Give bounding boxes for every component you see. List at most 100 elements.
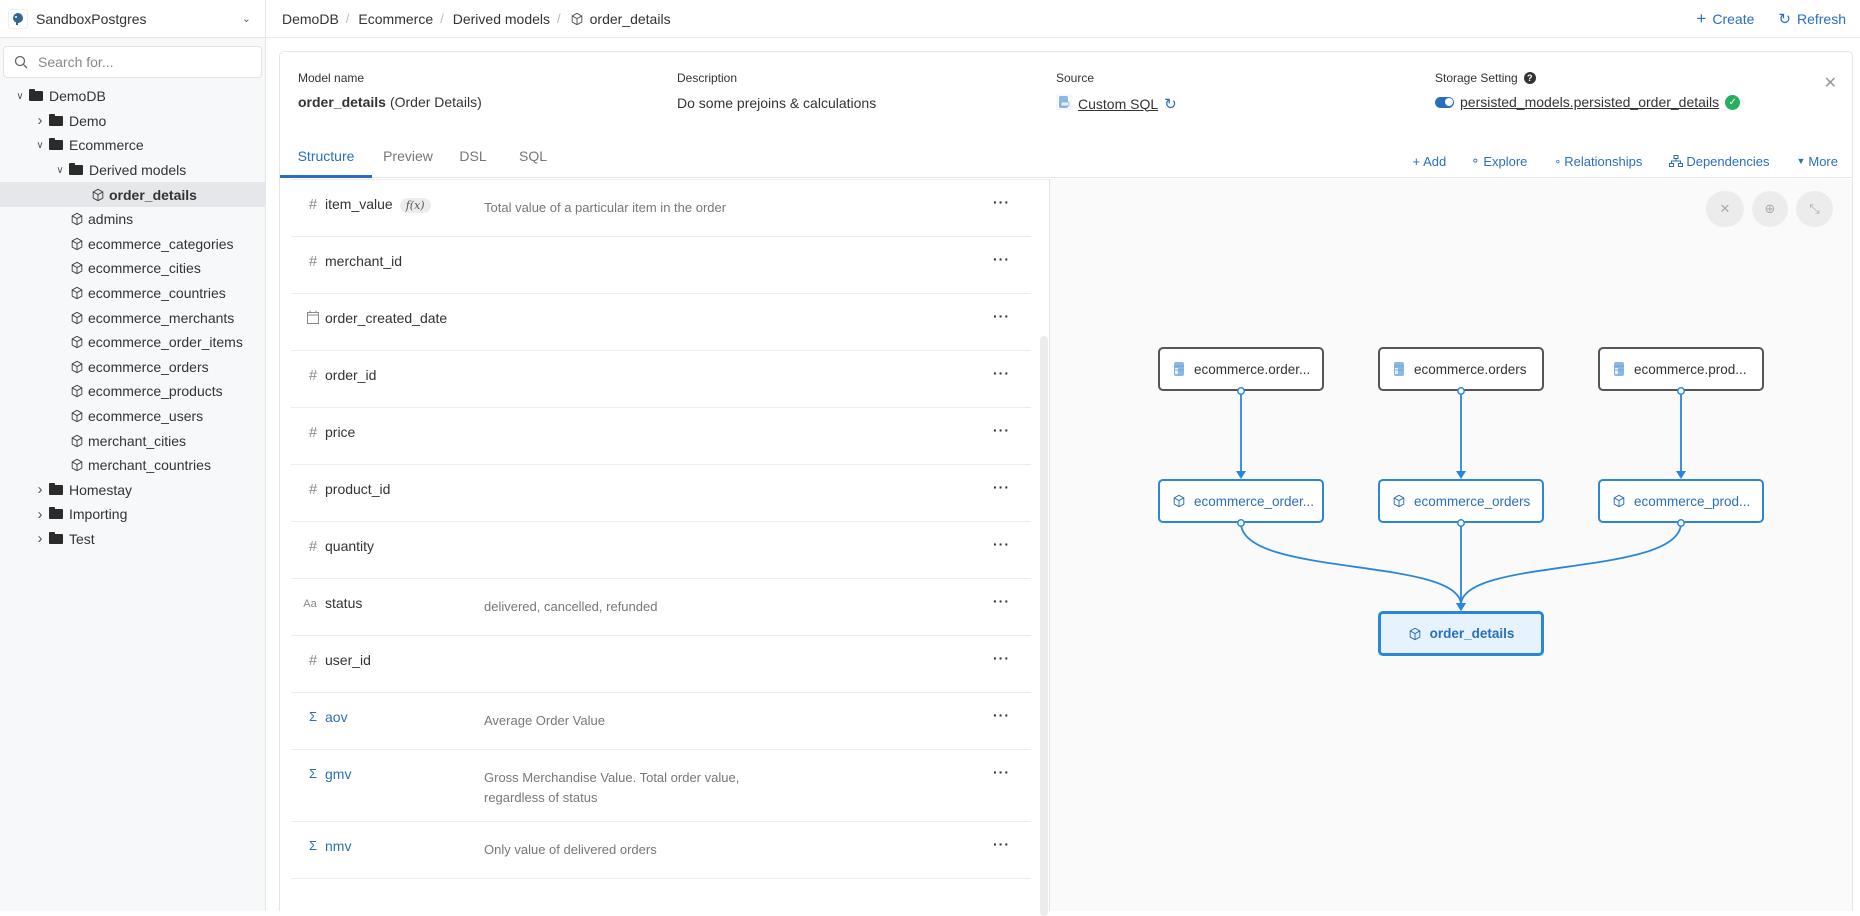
field-row[interactable]: Σnmv Only value of delivered orders ··· bbox=[291, 822, 1031, 879]
field-more-button[interactable]: ··· bbox=[993, 836, 1010, 852]
refresh-button[interactable]: ↻ Refresh bbox=[1778, 9, 1846, 29]
field-name[interactable]: order_id bbox=[325, 367, 376, 383]
graph-node-model[interactable]: ecommerce_order... bbox=[1158, 479, 1324, 523]
chevron-right-icon[interactable]: › bbox=[34, 530, 46, 547]
field-name[interactable]: quantity bbox=[325, 538, 374, 554]
dependencies-button[interactable]: Dependencies bbox=[1669, 154, 1769, 169]
sync-icon[interactable]: ↻ bbox=[1164, 95, 1177, 113]
field-row[interactable]: # price ··· bbox=[291, 408, 1031, 465]
workspace-switcher[interactable]: SandboxPostgres ⌄ bbox=[0, 0, 265, 38]
field-name[interactable]: price bbox=[325, 424, 355, 440]
field-more-button[interactable]: ··· bbox=[993, 650, 1010, 666]
field-name[interactable]: merchant_id bbox=[325, 253, 402, 269]
more-button[interactable]: ▼ More bbox=[1796, 154, 1838, 169]
field-row[interactable]: # item_value f(x) Total value of a particul… bbox=[291, 180, 1031, 237]
help-icon[interactable]: ? bbox=[1523, 72, 1536, 84]
explore-button[interactable]: ⚬ Explore bbox=[1470, 154, 1527, 169]
graph-clear-button[interactable]: ✕ bbox=[1706, 191, 1744, 227]
field-more-button[interactable]: ··· bbox=[993, 536, 1010, 552]
chevron-down-icon[interactable]: ∨ bbox=[34, 140, 46, 151]
relationships-button[interactable]: ∘ Relationships bbox=[1554, 154, 1642, 169]
tree-item[interactable]: › Demo bbox=[0, 109, 265, 134]
field-row[interactable]: Σgmv Gross Merchandise Value. Total order… bbox=[291, 750, 1031, 822]
field-row[interactable]: # merchant_id ··· bbox=[291, 237, 1031, 294]
tree-item[interactable]: ∨ Ecommerce bbox=[0, 133, 265, 158]
graph-node-table[interactable]: ecommerce.orders bbox=[1378, 347, 1544, 391]
field-row[interactable]: Σaov Average Order Value ··· bbox=[291, 693, 1031, 750]
graph-expand-button[interactable]: ⤡ bbox=[1796, 191, 1833, 227]
field-name[interactable]: user_id bbox=[325, 652, 371, 668]
tree-item[interactable]: ∨ DemoDB bbox=[0, 84, 265, 109]
field-name[interactable]: order_created_date bbox=[325, 310, 447, 326]
tree-item[interactable]: ecommerce_merchants bbox=[0, 305, 265, 330]
field-row[interactable]: # user_id ··· bbox=[291, 636, 1031, 693]
chevron-right-icon[interactable]: › bbox=[34, 506, 46, 523]
field-row[interactable]: # product_id ··· bbox=[291, 465, 1031, 522]
storage-table-link[interactable]: persisted_models.persisted_order_details bbox=[1460, 94, 1719, 110]
field-more-button[interactable]: ··· bbox=[993, 707, 1010, 723]
tree-item[interactable]: merchant_countries bbox=[0, 453, 265, 478]
tree-item[interactable]: ecommerce_products bbox=[0, 379, 265, 404]
add-button[interactable]: + Add bbox=[1413, 154, 1447, 169]
field-row[interactable]: Aa status delivered, cancelled, refunded ··… bbox=[291, 579, 1031, 636]
dependency-graph[interactable]: ✕ ⊕ ⤡ ecommerce.order... ecommerce.orders… bbox=[1050, 179, 1852, 911]
field-list-scrollbar[interactable] bbox=[1040, 336, 1048, 916]
graph-node-table[interactable]: ecommerce.prod... bbox=[1598, 347, 1764, 391]
create-button[interactable]: + Create bbox=[1696, 9, 1754, 29]
tree-item[interactable]: order_details bbox=[0, 182, 265, 207]
field-more-button[interactable]: ··· bbox=[993, 593, 1010, 609]
field-row[interactable]: order_created_date ··· bbox=[291, 294, 1031, 351]
tree-item[interactable]: admins bbox=[0, 207, 265, 232]
tree-item[interactable]: ∨ Derived models bbox=[0, 158, 265, 183]
chevron-right-icon[interactable]: › bbox=[34, 112, 46, 129]
storage-toggle[interactable] bbox=[1435, 96, 1454, 108]
tree-item[interactable]: › Importing bbox=[0, 502, 265, 527]
chevron-down-icon[interactable]: ∨ bbox=[54, 165, 66, 176]
graph-recenter-button[interactable]: ⊕ bbox=[1752, 191, 1788, 227]
chevron-right-icon[interactable]: › bbox=[34, 481, 46, 498]
chevron-down-icon[interactable]: ∨ bbox=[14, 91, 26, 102]
model-description[interactable]: Do some prejoins & calculations bbox=[677, 94, 876, 111]
field-more-button[interactable]: ··· bbox=[993, 365, 1010, 381]
graph-node-model[interactable]: ecommerce_orders bbox=[1378, 479, 1544, 523]
tree-item[interactable]: › Homestay bbox=[0, 478, 265, 503]
field-name[interactable]: status bbox=[325, 595, 362, 611]
tab-structure[interactable]: Structure bbox=[280, 144, 372, 178]
breadcrumb-ecommerce[interactable]: Ecommerce bbox=[358, 11, 433, 27]
field-more-button[interactable]: ··· bbox=[993, 422, 1010, 438]
graph-node-target[interactable]: order_details bbox=[1378, 611, 1544, 656]
field-row[interactable]: # order_id ··· bbox=[291, 351, 1031, 408]
tree-item[interactable]: ecommerce_categories bbox=[0, 232, 265, 257]
tree-item[interactable]: ecommerce_countries bbox=[0, 281, 265, 306]
field-name[interactable]: gmv bbox=[325, 766, 351, 782]
field-more-button[interactable]: ··· bbox=[993, 479, 1010, 495]
graph-node-table[interactable]: ecommerce.order... bbox=[1158, 347, 1324, 391]
tab-sql[interactable]: SQL bbox=[504, 144, 562, 178]
tree-item[interactable]: merchant_cities bbox=[0, 428, 265, 453]
field-more-button[interactable]: ··· bbox=[993, 194, 1010, 210]
graph-node-model[interactable]: ecommerce_prod... bbox=[1598, 479, 1764, 523]
field-name[interactable]: nmv bbox=[325, 838, 351, 854]
field-more-button[interactable]: ··· bbox=[993, 251, 1010, 267]
caret-down-icon: ▼ bbox=[1796, 156, 1806, 166]
field-row[interactable]: # quantity ··· bbox=[291, 522, 1031, 579]
tree-item[interactable]: ecommerce_cities bbox=[0, 256, 265, 281]
field-more-button[interactable]: ··· bbox=[993, 764, 1010, 780]
breadcrumb-derived-models[interactable]: Derived models bbox=[453, 11, 550, 27]
field-name[interactable]: product_id bbox=[325, 481, 390, 497]
tab-preview[interactable]: Preview bbox=[372, 144, 444, 178]
tab-dsl[interactable]: DSL bbox=[446, 144, 500, 178]
tree-item[interactable]: ecommerce_order_items bbox=[0, 330, 265, 355]
tree-item[interactable]: › Test bbox=[0, 527, 265, 552]
cube-icon bbox=[1612, 494, 1626, 508]
field-name[interactable]: item_value f(x) bbox=[325, 196, 431, 213]
breadcrumb-demodb[interactable]: DemoDB bbox=[282, 11, 339, 27]
close-panel-button[interactable]: ✕ bbox=[1824, 73, 1837, 93]
search-field[interactable] bbox=[3, 46, 262, 78]
tree-item[interactable]: ecommerce_users bbox=[0, 404, 265, 429]
field-name[interactable]: aov bbox=[325, 709, 348, 725]
field-more-button[interactable]: ··· bbox=[993, 308, 1010, 324]
tree-item[interactable]: ecommerce_orders bbox=[0, 355, 265, 380]
search-input[interactable] bbox=[38, 54, 238, 70]
source-link[interactable]: Custom SQL bbox=[1078, 96, 1158, 112]
